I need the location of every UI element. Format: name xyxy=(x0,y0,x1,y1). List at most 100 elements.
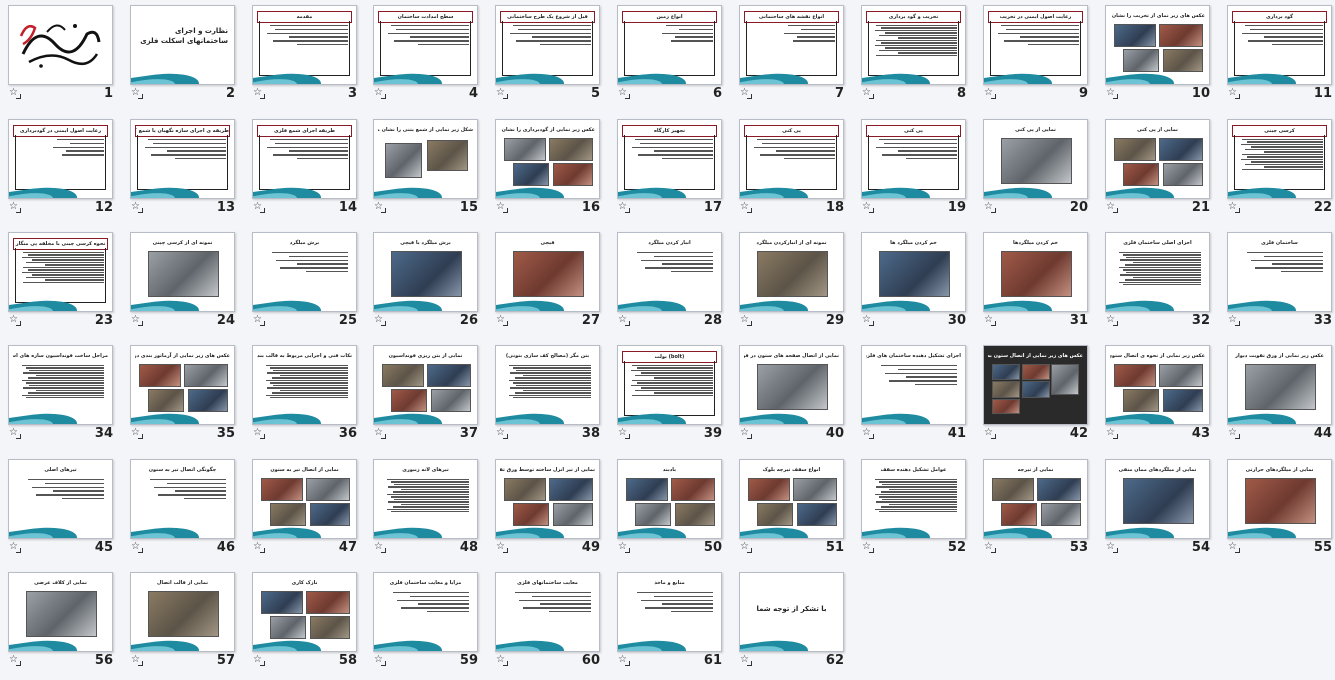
slide-thumbnail-29[interactable]: نمونه ای از انبارکردن میلگرد ☆ 29 xyxy=(736,227,854,340)
slide-canvas[interactable]: بادبند xyxy=(617,459,722,539)
slide-canvas[interactable]: عوامل تشکیل دهنده سقف xyxy=(861,459,966,539)
slide-thumbnail-37[interactable]: نمایی از بتن ریزی فونداسیون ☆ 37 xyxy=(370,340,488,453)
slide-canvas[interactable]: منابع و ماخذ xyxy=(617,572,722,652)
slide-canvas[interactable]: پی کنی xyxy=(861,119,966,199)
slide-transition-icon[interactable]: ☆ xyxy=(253,428,265,439)
slide-thumbnail-10[interactable]: عکس های زیر نمای از تخریب را نشان میدهد ☆… xyxy=(1102,0,1220,113)
slide-thumbnail-12[interactable]: رعایت اصول ایمنی در گودبرداری ☆ 12 xyxy=(5,114,123,227)
slide-canvas[interactable]: رعایت اصول ایمنی در تخریب xyxy=(983,5,1088,85)
slide-transition-icon[interactable]: ☆ xyxy=(253,655,265,666)
slide-canvas[interactable]: نمایی از پی کنی xyxy=(983,119,1088,199)
slide-transition-icon[interactable]: ☆ xyxy=(1106,88,1118,99)
slide-transition-icon[interactable]: ☆ xyxy=(253,88,265,99)
slide-thumbnail-18[interactable]: پی کنی ☆ 18 xyxy=(736,114,854,227)
slide-transition-icon[interactable]: ☆ xyxy=(131,655,143,666)
slide-thumbnail-15[interactable]: شکل زیر نمایی از شمع بتنی را نشان میدهد ☆… xyxy=(370,114,488,227)
slide-canvas[interactable]: نمونه ای از کرسی چینی xyxy=(130,232,235,312)
slide-canvas[interactable]: نمایی از اتصال صفحه های ستون در فونداسیو… xyxy=(739,345,844,425)
slide-transition-icon[interactable]: ☆ xyxy=(618,315,630,326)
slide-thumbnail-61[interactable]: منابع و ماخذ ☆ 61 xyxy=(614,567,732,680)
slide-thumbnail-26[interactable]: برش میلگرد با قیچی ☆ 26 xyxy=(370,227,488,340)
slide-thumbnail-7[interactable]: انواع نقشه های ساختمانی ☆ 7 xyxy=(736,0,854,113)
slide-canvas[interactable]: ساختمان فلزی xyxy=(1227,232,1332,312)
slide-transition-icon[interactable]: ☆ xyxy=(1106,315,1118,326)
slide-canvas[interactable]: نمایی از بتن ریزی فونداسیون xyxy=(373,345,478,425)
slide-thumbnail-42[interactable]: عکس های زیر نمایی از اتصال ستون به صفحات… xyxy=(980,340,1098,453)
slide-canvas[interactable]: کرسی چینی xyxy=(1227,119,1332,199)
slide-thumbnail-38[interactable]: بتن مگر (مصالح کف سازی بتونی) ☆ 38 xyxy=(492,340,610,453)
slide-transition-icon[interactable]: ☆ xyxy=(618,655,630,666)
slide-canvas[interactable]: عکس های زیر نمایی از آرماتور بندی در فون… xyxy=(130,345,235,425)
slide-transition-icon[interactable]: ☆ xyxy=(496,315,508,326)
slide-thumbnail-44[interactable]: عکس زیر نمایی از ورق تقویت دیوار ☆ 44 xyxy=(1224,340,1335,453)
slide-transition-icon[interactable]: ☆ xyxy=(9,202,21,213)
slide-canvas[interactable]: عکس زیر نمایی از گودبرداری را نشان میدهد xyxy=(495,119,600,199)
slide-canvas[interactable]: نکات فنی و اجرایی مربوط به قالب بندی xyxy=(252,345,357,425)
slide-thumbnail-28[interactable]: انبار کردن میلگرد ☆ 28 xyxy=(614,227,732,340)
slide-canvas[interactable]: با تشکر از توجه شما xyxy=(739,572,844,652)
slide-thumbnail-43[interactable]: عکس زیر نمایی از نحوه ی اتصال ستون را نش… xyxy=(1102,340,1220,453)
slide-canvas[interactable]: سطح امدادت ساختمان xyxy=(373,5,478,85)
slide-canvas[interactable]: تیرهای اصلی xyxy=(8,459,113,539)
slide-thumbnail-19[interactable]: پی کنی ☆ 19 xyxy=(858,114,976,227)
slide-transition-icon[interactable]: ☆ xyxy=(740,315,752,326)
slide-transition-icon[interactable]: ☆ xyxy=(131,202,143,213)
slide-transition-icon[interactable]: ☆ xyxy=(862,315,874,326)
slide-thumbnail-34[interactable]: مراحل ساخت فونداسیون سازه های اسکلت فلزی… xyxy=(5,340,123,453)
slide-transition-icon[interactable]: ☆ xyxy=(374,88,386,99)
slide-thumbnail-57[interactable]: نمایی از قالب اتصال ☆ 57 xyxy=(127,567,245,680)
slide-transition-icon[interactable]: ☆ xyxy=(984,428,996,439)
slide-canvas[interactable]: مقدمه xyxy=(252,5,357,85)
slide-canvas[interactable]: عکس های زیر نمای از تخریب را نشان میدهد xyxy=(1105,5,1210,85)
slide-transition-icon[interactable]: ☆ xyxy=(618,202,630,213)
slide-transition-icon[interactable]: ☆ xyxy=(9,428,21,439)
slide-canvas[interactable]: تخریب و گود برداری xyxy=(861,5,966,85)
slide-transition-icon[interactable]: ☆ xyxy=(1228,542,1240,553)
slide-canvas[interactable]: برش میلگرد xyxy=(252,232,357,312)
slide-thumbnail-54[interactable]: نمایی از میلگردهای ممان منفی ☆ 54 xyxy=(1102,454,1220,567)
slide-transition-icon[interactable]: ☆ xyxy=(131,315,143,326)
slide-canvas[interactable]: انواع سقف تیرچه بلوک xyxy=(739,459,844,539)
slide-canvas[interactable]: نمایی از میلگردهای حرارتی xyxy=(1227,459,1332,539)
slide-canvas[interactable]: طریقه ی اجرای سازه نگهبان یا شمع کوبی xyxy=(130,119,235,199)
slide-transition-icon[interactable]: ☆ xyxy=(862,88,874,99)
slide-transition-icon[interactable]: ☆ xyxy=(496,88,508,99)
slide-thumbnail-55[interactable]: نمایی از میلگردهای حرارتی ☆ 55 xyxy=(1224,454,1335,567)
slide-transition-icon[interactable]: ☆ xyxy=(618,542,630,553)
slide-transition-icon[interactable]: ☆ xyxy=(496,655,508,666)
slide-transition-icon[interactable]: ☆ xyxy=(740,88,752,99)
slide-thumbnail-24[interactable]: نمونه ای از کرسی چینی ☆ 24 xyxy=(127,227,245,340)
slide-transition-icon[interactable]: ☆ xyxy=(1228,202,1240,213)
slide-thumbnail-51[interactable]: انواع سقف تیرچه بلوک ☆ 51 xyxy=(736,454,854,567)
slide-canvas[interactable]: تجهیز کارگاه xyxy=(617,119,722,199)
slide-canvas[interactable]: پی کنی xyxy=(739,119,844,199)
slide-thumbnail-49[interactable]: نمایی از تیر انزل ساخته توسط ورق تقویت ش… xyxy=(492,454,610,567)
slide-transition-icon[interactable]: ☆ xyxy=(9,655,21,666)
slide-canvas[interactable]: انواع زمین xyxy=(617,5,722,85)
slide-canvas[interactable]: نمایی از پی کنی xyxy=(1105,119,1210,199)
slide-canvas[interactable]: نمونه ای از انبارکردن میلگرد xyxy=(739,232,844,312)
slide-canvas[interactable]: خم کردن میلگردها xyxy=(983,232,1088,312)
slide-thumbnail-6[interactable]: انواع زمین ☆ 6 xyxy=(614,0,732,113)
slide-thumbnail-2[interactable]: نظارت و اجرای ساختمانهای اسکلت فلزی ☆ 2 xyxy=(127,0,245,113)
slide-canvas[interactable] xyxy=(8,5,113,85)
slide-transition-icon[interactable]: ☆ xyxy=(1228,315,1240,326)
slide-transition-icon[interactable]: ☆ xyxy=(740,428,752,439)
slide-transition-icon[interactable]: ☆ xyxy=(984,202,996,213)
slide-transition-icon[interactable]: ☆ xyxy=(740,202,752,213)
slide-thumbnail-35[interactable]: عکس های زیر نمایی از آرماتور بندی در فون… xyxy=(127,340,245,453)
slide-canvas[interactable]: شکل زیر نمایی از شمع بتنی را نشان میدهد xyxy=(373,119,478,199)
slide-canvas[interactable]: (bolt) بولت xyxy=(617,345,722,425)
slide-transition-icon[interactable]: ☆ xyxy=(253,542,265,553)
slide-transition-icon[interactable]: ☆ xyxy=(1106,202,1118,213)
slide-transition-icon[interactable]: ☆ xyxy=(618,88,630,99)
slide-transition-icon[interactable]: ☆ xyxy=(253,202,265,213)
slide-thumbnail-1[interactable]: ☆ 1 xyxy=(5,0,123,113)
slide-thumbnail-22[interactable]: کرسی چینی ☆ 22 xyxy=(1224,114,1335,227)
slide-canvas[interactable]: بتن مگر (مصالح کف سازی بتونی) xyxy=(495,345,600,425)
slide-thumbnail-53[interactable]: نمایی از تیرچه ☆ 53 xyxy=(980,454,1098,567)
slide-canvas[interactable]: نمایی از تیر انزل ساخته توسط ورق تقویت ش… xyxy=(495,459,600,539)
slide-thumbnail-33[interactable]: ساختمان فلزی ☆ 33 xyxy=(1224,227,1335,340)
slide-transition-icon[interactable]: ☆ xyxy=(131,542,143,553)
slide-transition-icon[interactable]: ☆ xyxy=(496,202,508,213)
